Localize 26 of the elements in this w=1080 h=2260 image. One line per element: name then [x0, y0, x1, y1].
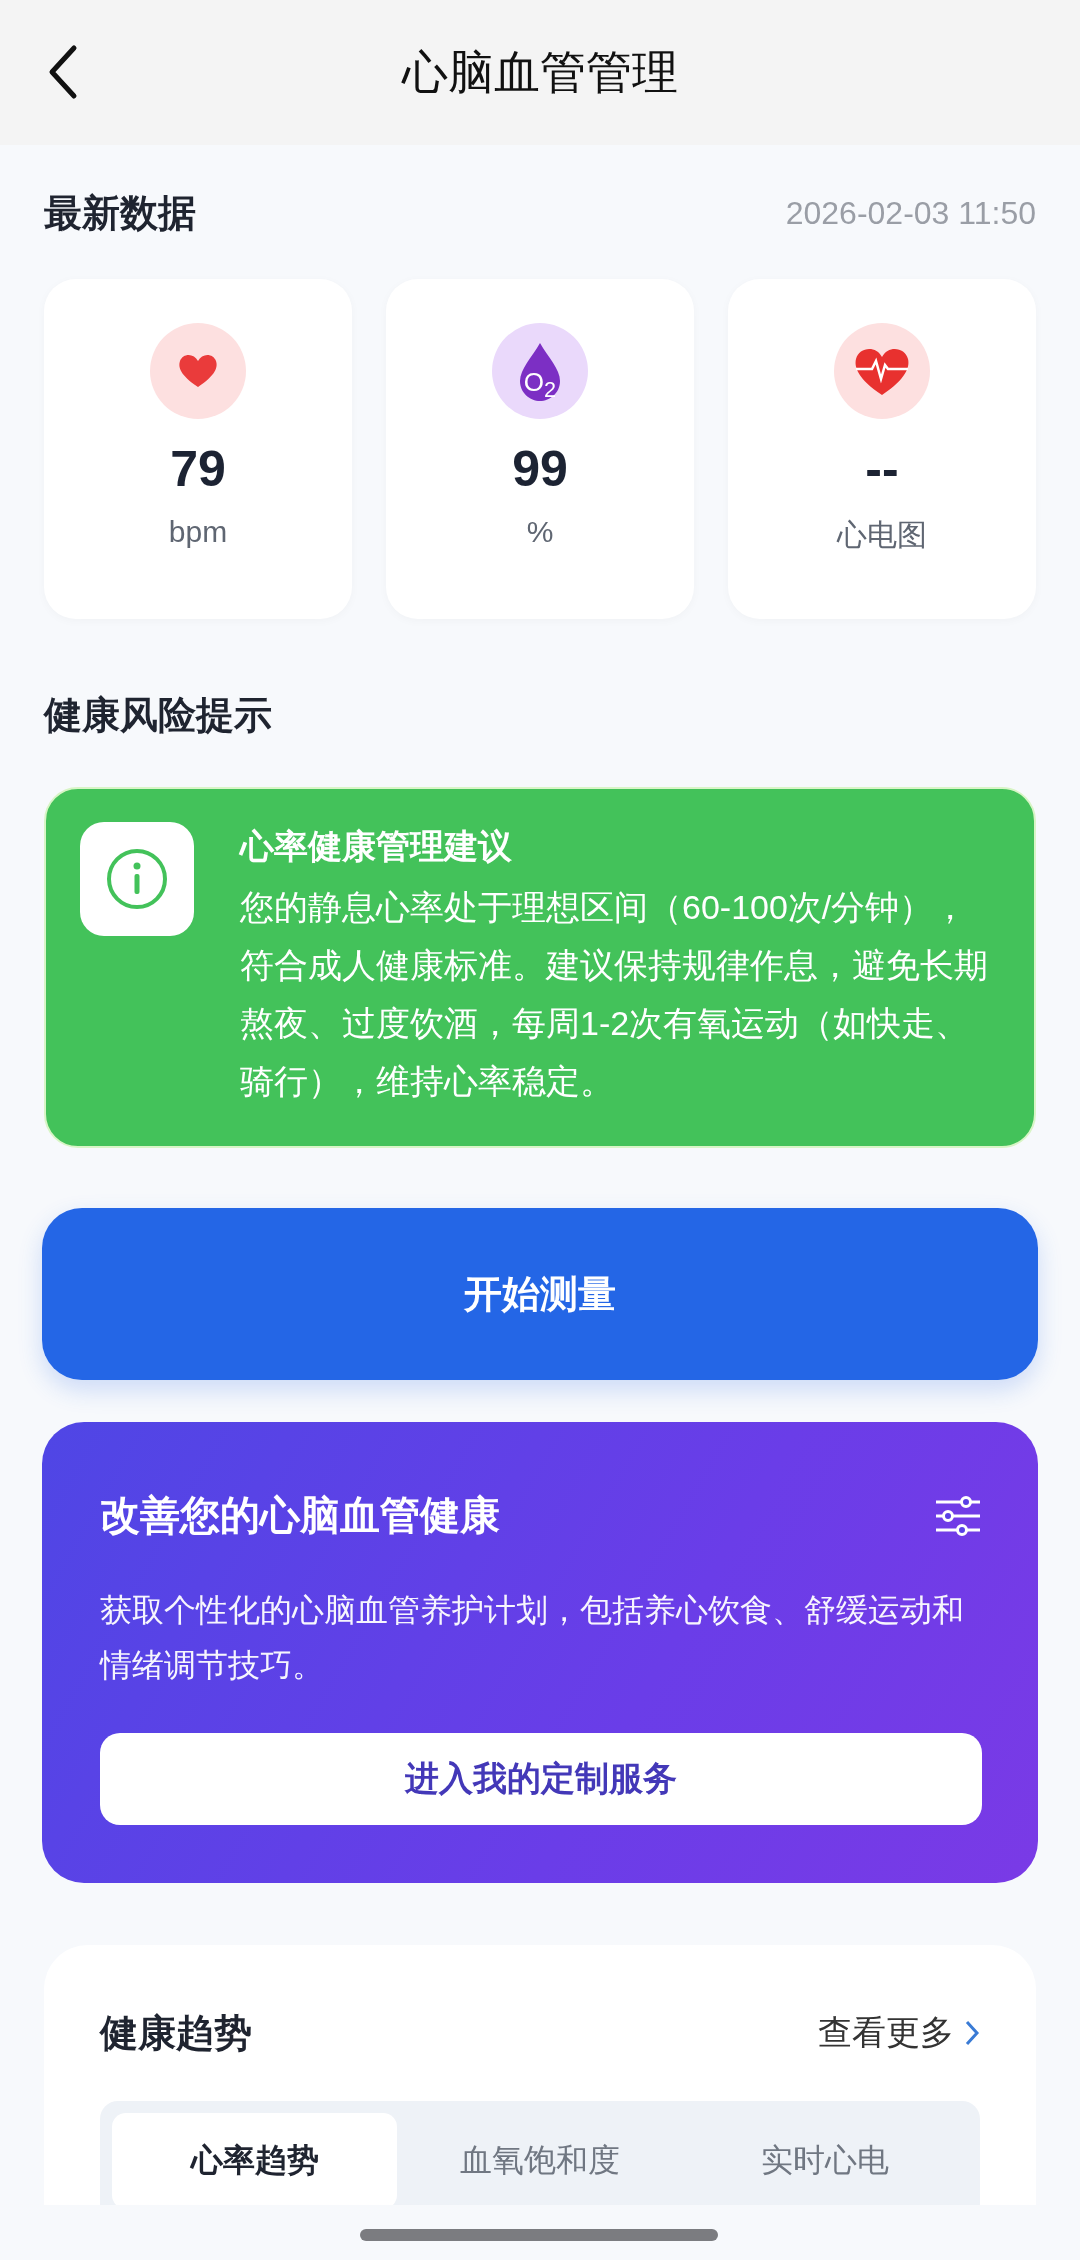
metric-unit: %: [526, 515, 554, 549]
timestamp: 2026-02-03 11:50: [785, 194, 1036, 232]
trend-tab[interactable]: 心率趋势: [112, 2113, 398, 2205]
metric-value: 79: [170, 440, 226, 499]
advice-title: 心率健康管理建议: [240, 826, 513, 867]
start-measure-button[interactable]: 开始测量: [42, 1208, 1038, 1380]
info-icon: [106, 848, 168, 910]
custom-service-button[interactable]: 进入我的定制服务: [100, 1733, 982, 1825]
section-title: 健康风险提示: [44, 692, 272, 738]
metric-unit: bpm: [168, 515, 228, 549]
metric-unit: 心电图: [837, 517, 927, 553]
metric-value: --: [865, 440, 899, 499]
trend-tab[interactable]: 实时心电: [682, 2113, 968, 2205]
heartbeat-icon: [834, 323, 930, 419]
oxygen-drop-icon: O$_{2}$: [492, 323, 588, 419]
promo-text: 获取个性化的心脑血管养护计划，包括养心饮食、舒缓运动和情绪调节技巧。: [100, 1591, 965, 1685]
advice-text: 您的静息心率处于理想区间（60-100次/分钟），符合成人健康标准。建议保持规律作息，避免长期熬夜、过度饮酒，每周1-2次有氧运动（如快走、骑行），维持心率稳定。: [240, 887, 989, 1102]
promo-title: 改善您的心脑血管健康: [100, 1492, 500, 1539]
chevron-right-icon: [964, 2019, 980, 2047]
settings-icon[interactable]: [934, 1495, 982, 1536]
see-more-link[interactable]: 查看更多: [818, 2010, 980, 2056]
section-title: 健康趋势: [100, 2010, 252, 2056]
page-title: 心脑血管管理: [402, 44, 678, 100]
trend-tab[interactable]: 血氧饱和度: [397, 2113, 683, 2205]
section-title: 最新数据: [44, 190, 196, 236]
metric-value: 99: [512, 440, 568, 499]
